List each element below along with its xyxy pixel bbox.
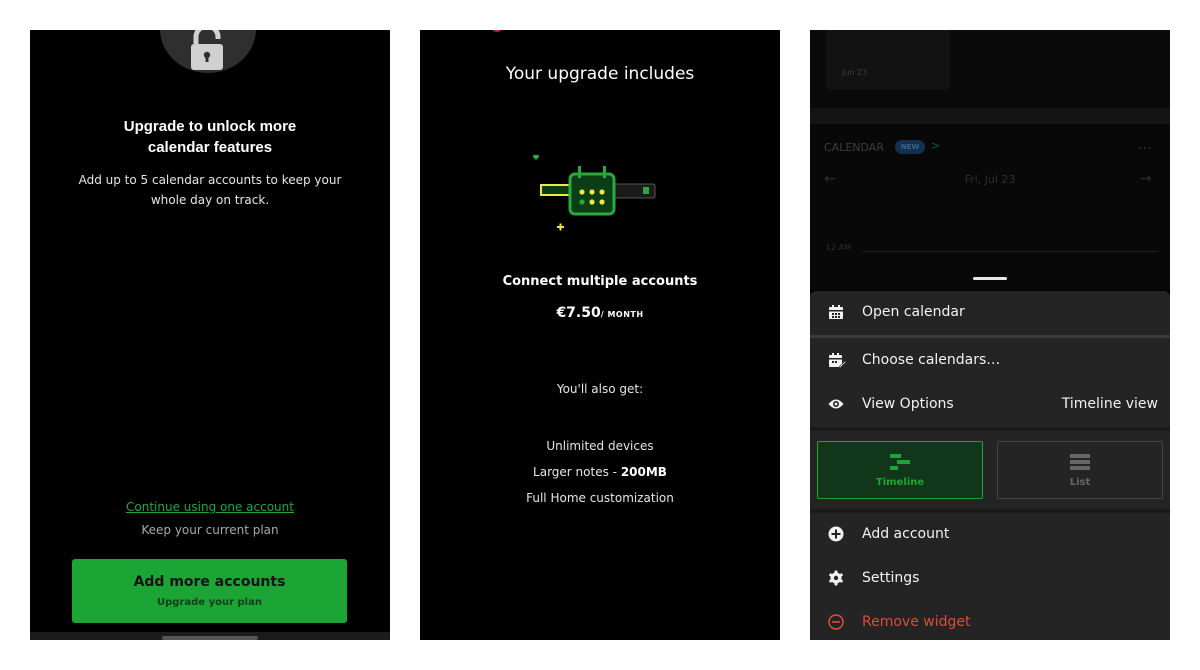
remove-widget-label: Remove widget <box>862 614 971 630</box>
price-unit: / MONTH <box>600 310 644 319</box>
new-badge: NEW <box>895 140 925 154</box>
upgrade-includes-panel: Your upgrade includes Connect multiple a… <box>420 30 780 640</box>
benefit-notes-prefix: Larger notes - <box>533 465 621 479</box>
price: €7.50/ MONTH <box>420 302 780 321</box>
timeline-view-button[interactable]: Timeline <box>817 441 983 499</box>
eye-icon <box>828 399 844 409</box>
benefit-larger-notes: Larger notes - 200MB <box>420 459 780 485</box>
thumbnail-date: Jun 23 <box>842 68 868 77</box>
view-options-value: Timeline view <box>1061 396 1158 412</box>
choose-calendars-label: Choose calendars… <box>862 352 1001 368</box>
upgrade-subtitle: Add up to 5 calendar accounts to keep yo… <box>78 173 342 207</box>
menu-item-remove-widget[interactable]: Remove widget <box>810 601 1170 640</box>
menu-item-add-account[interactable]: Add account <box>810 513 1170 557</box>
benefit-unlimited-devices: Unlimited devices <box>546 439 654 453</box>
continue-one-account-link[interactable]: Continue using one account <box>30 500 390 514</box>
settings-label: Settings <box>862 570 920 586</box>
calendar-icon <box>829 305 843 319</box>
menu-item-choose-calendars[interactable]: Choose calendars… <box>810 339 1170 383</box>
remove-circle-icon <box>828 614 844 630</box>
keep-plan-text: Keep your current plan <box>141 523 279 537</box>
upgrade-plan-label: Upgrade your plan <box>157 597 262 608</box>
home-indicator <box>162 636 258 640</box>
arrow-right-icon: → <box>1140 171 1152 187</box>
calendar-connect-illustration <box>532 154 656 231</box>
upgrade-includes-title: Your upgrade includes <box>505 64 695 84</box>
add-account-label: Add account <box>862 526 950 542</box>
widget-options-panel: Jun 23 CALENDAR NEW > ... ← Fri, Jul 23 … <box>810 30 1170 640</box>
menu-divider <box>810 427 1170 431</box>
sheet-drag-handle[interactable] <box>973 277 1007 280</box>
benefits-list: Unlimited devices Larger notes - 200MB F… <box>420 433 780 511</box>
upgrade-title: Upgrade to unlock more calendar features <box>123 118 297 156</box>
calendar-date: Fri, Jul 23 <box>964 173 1016 186</box>
widget-separator <box>810 108 1170 124</box>
menu-divider <box>810 335 1170 338</box>
benefit-notes-size: 200MB <box>620 465 667 479</box>
calendar-edit-icon <box>829 353 846 368</box>
price-value: €7.50 <box>556 305 601 321</box>
time-gridline <box>862 251 1158 252</box>
upgrade-panel: Upgrade to unlock more calendar features… <box>30 30 390 640</box>
list-label: List <box>1069 477 1091 488</box>
status-dot <box>492 30 502 32</box>
gear-icon <box>829 570 843 586</box>
list-view-button[interactable]: List <box>997 441 1163 499</box>
options-sheet: Open calendar Choose calendars… View Opt… <box>810 291 1170 640</box>
add-more-accounts-label: Add more accounts <box>133 574 286 590</box>
time-label: 12 AM <box>826 243 852 252</box>
menu-item-view-options[interactable]: View Options Timeline view <box>810 383 1170 427</box>
note-thumbnail: Jun 23 <box>826 30 950 90</box>
timeline-icon <box>890 454 910 470</box>
menu-item-settings[interactable]: Settings <box>810 557 1170 601</box>
list-icon <box>1070 454 1090 470</box>
feature-title: Connect multiple accounts <box>502 274 698 289</box>
timeline-label: Timeline <box>875 477 925 488</box>
chevron-right-icon: > <box>931 139 941 152</box>
unlock-icon <box>191 30 223 70</box>
also-get-heading: You'll also get: <box>556 382 644 396</box>
open-calendar-label: Open calendar <box>862 304 965 320</box>
benefit-home-customization: Full Home customization <box>526 491 674 505</box>
calendar-widget-title: CALENDAR <box>824 141 884 154</box>
view-options-label: View Options <box>862 396 954 412</box>
more-icon: ... <box>1138 138 1153 152</box>
plus-circle-icon <box>828 526 844 542</box>
menu-item-open-calendar[interactable]: Open calendar <box>810 291 1170 335</box>
add-more-accounts-button[interactable]: Add more accounts Upgrade your plan <box>72 559 347 623</box>
